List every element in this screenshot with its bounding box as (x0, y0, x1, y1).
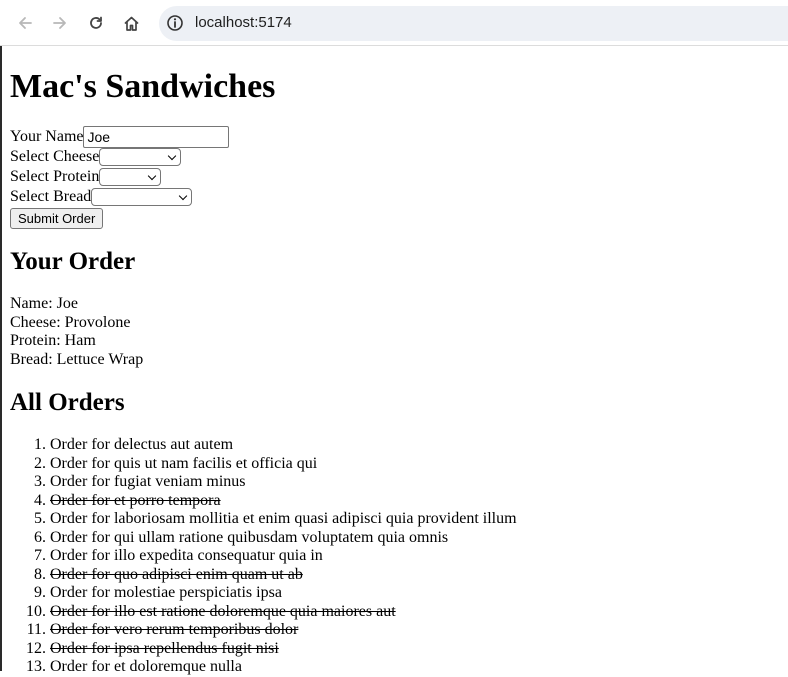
reload-icon[interactable] (84, 11, 108, 35)
order-list-item: Order for et doloremque nulla (50, 658, 517, 677)
order-list-item: Order for illo expedita consequatur quia… (50, 547, 517, 566)
protein-select[interactable] (99, 168, 162, 186)
all-orders-list: Order for delectus aut autemOrder for qu… (10, 436, 517, 677)
order-cheese: Cheese: Provolone (10, 313, 131, 331)
back-arrow-icon[interactable] (13, 11, 37, 35)
order-name: Name: Joe (10, 295, 78, 312)
protein-label: Select Protein (10, 168, 100, 185)
page-title: Mac's Sandwiches (10, 68, 276, 105)
order-protein: Protein: Ham (10, 332, 96, 349)
order-list-item: Order for qui ullam ratione quibusdam vo… (50, 529, 517, 548)
cheese-row: Select Cheese (10, 147, 229, 167)
url-text[interactable]: localhost:5174 (195, 13, 292, 33)
cheese-select[interactable] (99, 148, 182, 166)
order-list-item: Order for laboriosam mollitia et enim qu… (50, 510, 517, 529)
order-list-item: Order for quo adipisci enim quam ut ab (50, 566, 517, 585)
name-label: Your Name (10, 128, 84, 145)
cheese-label: Select Cheese (10, 148, 100, 165)
order-form: Your Name Select Cheese Select Protein S… (10, 126, 230, 229)
all-orders-heading: All Orders (10, 389, 125, 416)
site-info-icon[interactable] (164, 12, 186, 34)
your-order-heading: Your Order (10, 248, 136, 275)
order-list-item: Order for molestiae perspiciatis ipsa (50, 584, 517, 603)
order-list-item: Order for delectus aut autem (50, 436, 517, 455)
protein-row: Select Protein (10, 167, 229, 187)
bread-label: Select Bread (10, 188, 92, 205)
name-input[interactable] (83, 126, 230, 148)
order-list-item: Order for ipsa repellendus fugit nisi (50, 640, 517, 659)
submit-order-button[interactable]: Submit Order (10, 208, 104, 229)
name-row: Your Name (10, 126, 230, 148)
order-list-item: Order for illo est ratione doloremque qu… (50, 603, 517, 622)
bread-select[interactable] (91, 188, 193, 206)
order-list-item: Order for et porro tempora (50, 492, 517, 511)
order-bread: Bread: Lettuce Wrap (10, 350, 144, 368)
browser-toolbar: localhost:5174 (0, 0, 788, 46)
window-edge (0, 0, 2, 671)
order-list-item: Order for fugiat veniam minus (50, 473, 517, 492)
order-list-item: Order for vero rerum temporibus dolor (50, 621, 517, 640)
bread-row: Select Bread (10, 187, 229, 207)
home-icon[interactable] (119, 11, 143, 35)
order-list-item: Order for quis ut nam facilis et officia… (50, 455, 517, 474)
forward-arrow-icon[interactable] (48, 11, 72, 35)
order-details: Name: Joe Cheese: Provolone Protein: Ham… (10, 295, 143, 369)
